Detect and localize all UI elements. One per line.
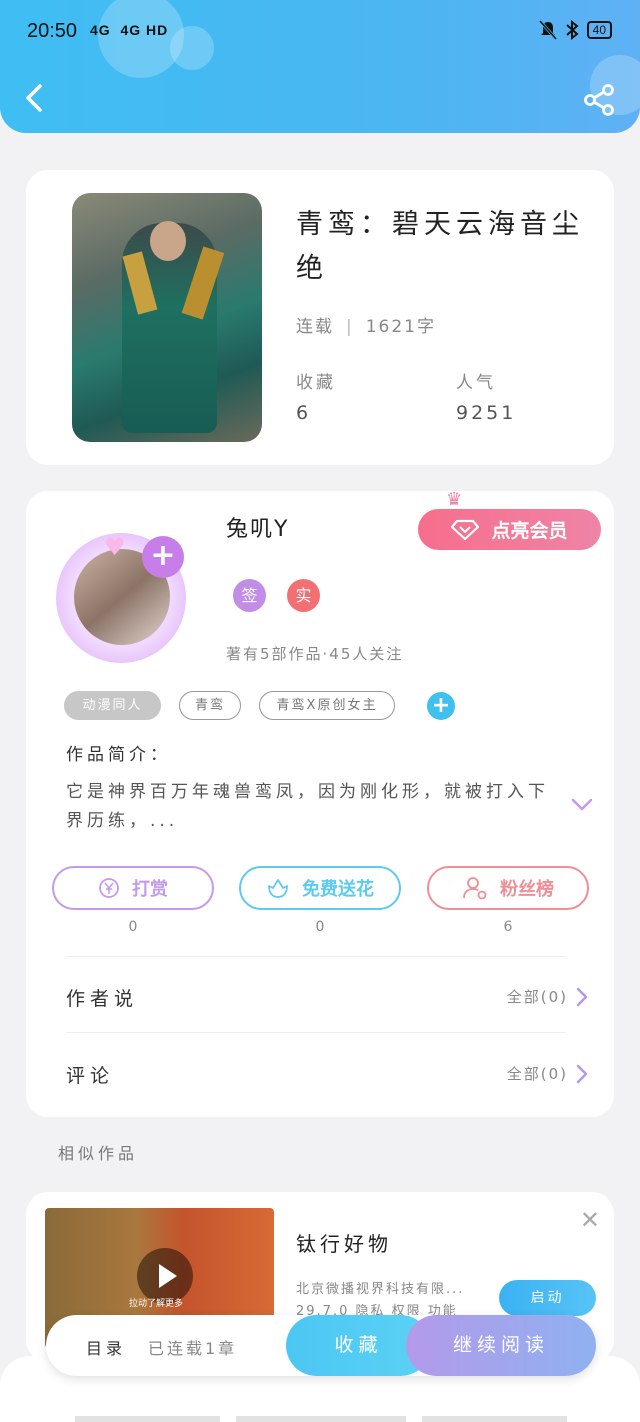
book-status: 连载 — [296, 317, 334, 337]
author-meta: 著有5部作品·45人关注 — [226, 645, 404, 663]
send-flower-button[interactable]: 免费送花 — [239, 866, 401, 910]
fan-ranking-label: 粉丝榜 — [500, 879, 554, 900]
book-cover-image[interactable] — [72, 193, 262, 442]
intro-label: 作品简介： — [66, 745, 171, 765]
add-tag-button[interactable]: + — [427, 692, 455, 720]
nav-indicator — [236, 1416, 406, 1422]
similar-works-label: 相似作品 — [58, 1144, 139, 1163]
popularity-label: 人气 — [456, 373, 496, 393]
intro-text: 它是神界百万年魂兽鸾凤，因为刚化形，就被打入下界历练，... — [66, 782, 549, 831]
back-arrow-icon[interactable] — [18, 80, 54, 116]
status-network: 4G 4G HD — [90, 22, 169, 38]
follow-plus-button[interactable]: + — [142, 536, 184, 578]
diamond-icon — [451, 519, 480, 540]
favorites-value: 6 — [296, 402, 312, 424]
decor-bubble — [170, 26, 214, 70]
tip-count: 0 — [128, 919, 138, 935]
nav-indicator — [422, 1416, 567, 1422]
tag-item[interactable]: 青鸾X原创女主 — [259, 691, 395, 720]
tag-item[interactable]: 动漫同人 — [64, 691, 161, 720]
favorites-label: 收藏 — [296, 373, 336, 393]
divider — [66, 956, 566, 957]
battery-indicator: 40 — [586, 21, 612, 39]
tag-item[interactable]: 青鸾 — [179, 691, 241, 720]
book-status-line: 连载 | 1621字 — [296, 312, 436, 337]
cover-head — [150, 221, 186, 261]
tip-label: 打赏 — [132, 879, 168, 900]
word-count: 1621字 — [365, 317, 436, 337]
vip-button[interactable]: 点亮会员 — [418, 509, 601, 550]
realname-badge: 实 — [287, 579, 320, 612]
top-header: 20:50 4G 4G HD 40 — [0, 0, 640, 133]
sign-badge: 签 — [233, 579, 266, 612]
ad-caption: 拉动了解更多 — [129, 1299, 184, 1309]
ad-title: 钛行好物 — [296, 1232, 392, 1256]
mute-icon — [538, 20, 557, 40]
author-card: ♥ + 兔叽Y ♛ 点亮会员 签 实 著有5部作品·45人关注 动漫同人 青鸾 … — [26, 489, 614, 1117]
chevron-right-icon — [576, 1064, 588, 1083]
ad-company: 北京微播视界科技有限... — [296, 1282, 465, 1297]
book-title: 青鸾：碧天云海音尘绝 — [296, 209, 584, 284]
fan-ranking-button[interactable]: 粉丝榜 — [427, 866, 589, 910]
bluetooth-icon — [565, 20, 579, 40]
tip-button[interactable]: 打赏 — [52, 866, 214, 910]
bottom-action-bar: 目录 已连载1章 收藏 继续阅读 — [46, 1315, 596, 1376]
send-flower-label: 免费送花 — [302, 879, 374, 900]
popularity-value: 9251 — [456, 402, 517, 424]
chevron-right-icon — [576, 987, 588, 1006]
status-time: 20:50 — [27, 20, 78, 42]
divider — [66, 1032, 566, 1033]
ad-start-button[interactable]: 启动 — [499, 1280, 596, 1316]
close-icon[interactable]: ✕ — [580, 1206, 600, 1234]
book-info-card: 青鸾：碧天云海音尘绝 连载 | 1621字 收藏 6 人气 9251 — [26, 170, 614, 465]
chapter-progress: 已连载1章 — [148, 1339, 238, 1358]
vip-label: 点亮会员 — [491, 520, 568, 542]
fan-count: 6 — [503, 919, 513, 935]
comments-count: 全部(0) — [506, 1065, 568, 1083]
coin-icon — [99, 878, 119, 898]
comments-all-link[interactable]: 全部(0) — [507, 1063, 588, 1084]
author-says-all-link[interactable]: 全部(0) — [507, 986, 588, 1007]
flower-count: 0 — [315, 919, 325, 935]
author-name[interactable]: 兔叽Y — [226, 511, 289, 543]
crown-icon: ♛ — [446, 489, 463, 510]
flower-icon — [268, 879, 288, 898]
person-icon — [463, 877, 487, 900]
nav-indicator — [75, 1416, 220, 1422]
separator: | — [346, 317, 354, 337]
chevron-down-icon[interactable] — [570, 796, 594, 814]
author-says-count: 全部(0) — [506, 988, 568, 1006]
toc-button[interactable]: 目录 — [86, 1335, 126, 1359]
heart-icon: ♥ — [104, 533, 126, 561]
status-icons: 40 — [538, 20, 612, 40]
comments-label: 评论 — [66, 1065, 115, 1087]
continue-reading-button[interactable]: 继续阅读 — [406, 1315, 596, 1376]
author-says-label: 作者说 — [66, 988, 139, 1010]
share-icon[interactable] — [582, 82, 618, 118]
